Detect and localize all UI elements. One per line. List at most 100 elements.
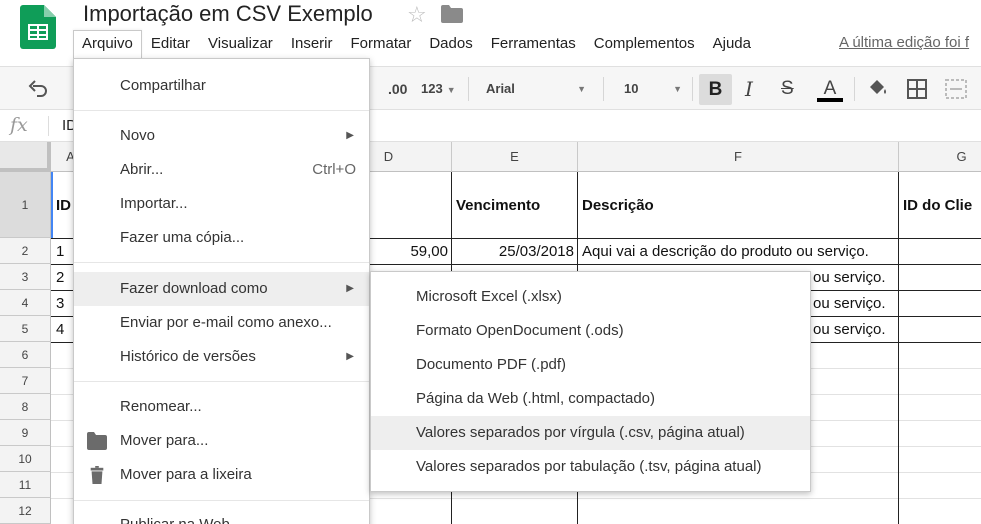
- row-header-5[interactable]: 5: [0, 316, 51, 342]
- star-icon[interactable]: ☆: [407, 2, 427, 28]
- menu-item-label: Mover para...: [120, 432, 209, 449]
- row-header-1[interactable]: 1: [0, 172, 51, 238]
- undo-icon[interactable]: [28, 80, 48, 98]
- menu-item-rename[interactable]: Renomear...: [74, 390, 369, 424]
- more-formats-button[interactable]: 123 ▼: [421, 67, 456, 111]
- row-header-12[interactable]: 12: [0, 498, 51, 524]
- menu-item-make-copy[interactable]: Fazer uma cópia...: [74, 221, 369, 255]
- download-as-submenu: Microsoft Excel (.xlsx) Formato OpenDocu…: [370, 271, 811, 492]
- menu-item-label: Novo: [120, 127, 156, 144]
- chevron-down-icon: ▼: [577, 84, 586, 94]
- sheets-logo-icon[interactable]: [20, 5, 56, 49]
- fill-color-icon[interactable]: [867, 78, 889, 98]
- submenu-arrow-icon: ▶: [346, 351, 354, 362]
- row-header-7[interactable]: 7: [0, 368, 51, 394]
- merge-cells-icon[interactable]: [945, 79, 967, 99]
- row-header-2[interactable]: 2: [0, 238, 51, 264]
- menu-ajuda[interactable]: Ajuda: [704, 30, 760, 58]
- column-header-e[interactable]: E: [452, 142, 578, 172]
- menu-item-move-to[interactable]: Mover para...: [74, 424, 369, 458]
- cell-a1[interactable]: ID: [56, 197, 71, 214]
- toolbar-divider: [603, 77, 604, 101]
- cell-a5[interactable]: 4: [56, 321, 64, 338]
- font-family-select[interactable]: Arial ▼: [486, 67, 590, 111]
- format-label: 123: [421, 81, 443, 96]
- text-color-button[interactable]: A: [817, 67, 843, 111]
- bold-button[interactable]: B: [699, 74, 732, 105]
- download-pdf-item[interactable]: Documento PDF (.pdf): [371, 348, 810, 382]
- column-header-f[interactable]: F: [578, 142, 899, 172]
- trash-icon: [90, 466, 104, 484]
- row-header-10[interactable]: 10: [0, 446, 51, 472]
- menu-item-email-attachment[interactable]: Enviar por e-mail como anexo...: [74, 306, 369, 340]
- cell-f3-visible[interactable]: ou serviço.: [813, 269, 886, 286]
- menu-item-label: Abrir...: [120, 161, 164, 178]
- text-color-swatch: [817, 98, 843, 102]
- text-color-label: A: [823, 78, 837, 99]
- menu-item-open[interactable]: Abrir... Ctrl+O: [74, 153, 369, 187]
- menu-complementos[interactable]: Complementos: [585, 30, 704, 58]
- download-xlsx-item[interactable]: Microsoft Excel (.xlsx): [371, 280, 810, 314]
- menu-inserir[interactable]: Inserir: [282, 30, 342, 58]
- strikethrough-button[interactable]: S: [781, 67, 794, 111]
- cell-f5-visible[interactable]: ou serviço.: [813, 321, 886, 338]
- download-csv-item[interactable]: Valores separados por vírgula (.csv, pág…: [371, 416, 810, 450]
- chevron-down-icon: ▼: [673, 84, 682, 94]
- font-size-select[interactable]: 10 ▼: [624, 67, 684, 111]
- cell-a4[interactable]: 3: [56, 295, 64, 312]
- download-tsv-item[interactable]: Valores separados por tabulação (.tsv, p…: [371, 450, 810, 484]
- download-ods-item[interactable]: Formato OpenDocument (.ods): [371, 314, 810, 348]
- document-title[interactable]: Importação em CSV Exemplo: [83, 1, 373, 27]
- menu-separator: [74, 500, 369, 501]
- row-header-8[interactable]: 8: [0, 394, 51, 420]
- cell-f2[interactable]: Aqui vai a descrição do produto ou servi…: [582, 243, 869, 260]
- menu-visualizar[interactable]: Visualizar: [199, 30, 282, 58]
- last-edit-link[interactable]: A última edição foi f: [839, 34, 969, 51]
- cell-f1[interactable]: Descrição: [582, 197, 654, 214]
- menu-arquivo[interactable]: Arquivo: [73, 30, 142, 58]
- menu-item-label: Enviar por e-mail como anexo...: [120, 314, 332, 331]
- menu-bar: Arquivo Editar Visualizar Inserir Format…: [73, 30, 760, 58]
- decimal-increase-button[interactable]: .00: [388, 67, 407, 111]
- formula-divider: [48, 116, 49, 136]
- menu-item-download-as[interactable]: Fazer download como ▶: [74, 272, 369, 306]
- column-border: [898, 172, 899, 524]
- menu-ferramentas[interactable]: Ferramentas: [482, 30, 585, 58]
- menu-separator: [74, 262, 369, 263]
- menu-item-label: Importar...: [120, 195, 188, 212]
- cell-f4-visible[interactable]: ou serviço.: [813, 295, 886, 312]
- menu-formatar[interactable]: Formatar: [342, 30, 421, 58]
- cell-e2[interactable]: 25/03/2018: [456, 243, 574, 260]
- cell-a2[interactable]: 1: [56, 243, 64, 260]
- toolbar-divider: [854, 77, 855, 101]
- menu-editar[interactable]: Editar: [142, 30, 199, 58]
- submenu-arrow-icon: ▶: [346, 283, 354, 294]
- shortcut-label: Ctrl+O: [312, 161, 356, 178]
- menu-item-share[interactable]: Compartilhar: [74, 69, 369, 103]
- italic-button[interactable]: I: [745, 67, 753, 111]
- menu-item-move-to-trash[interactable]: Mover para a lixeira: [74, 458, 369, 492]
- row-header-4[interactable]: 4: [0, 290, 51, 316]
- menu-item-import[interactable]: Importar...: [74, 187, 369, 221]
- submenu-arrow-icon: ▶: [346, 130, 354, 141]
- fx-icon: fx: [10, 114, 28, 136]
- row-header-9[interactable]: 9: [0, 420, 51, 446]
- cell-e1[interactable]: Vencimento: [456, 197, 540, 214]
- column-header-g[interactable]: G: [899, 142, 981, 172]
- menu-item-publish-web[interactable]: Publicar na Web...: [74, 508, 369, 524]
- cell-g1[interactable]: ID do Clie: [903, 197, 972, 214]
- menu-item-new[interactable]: Novo ▶: [74, 119, 369, 153]
- menu-item-label: Renomear...: [120, 398, 202, 415]
- download-html-item[interactable]: Página da Web (.html, compactado): [371, 382, 810, 416]
- menu-item-version-history[interactable]: Histórico de versões ▶: [74, 340, 369, 374]
- folder-icon[interactable]: [441, 5, 463, 23]
- menu-separator: [74, 110, 369, 111]
- menu-dados[interactable]: Dados: [420, 30, 481, 58]
- row-header-6[interactable]: 6: [0, 342, 51, 368]
- select-all-corner[interactable]: [0, 142, 51, 172]
- file-menu-dropdown: Compartilhar Novo ▶ Abrir... Ctrl+O Impo…: [73, 58, 370, 524]
- row-header-11[interactable]: 11: [0, 472, 51, 498]
- borders-icon[interactable]: [907, 79, 927, 99]
- row-header-3[interactable]: 3: [0, 264, 51, 290]
- cell-a3[interactable]: 2: [56, 269, 64, 286]
